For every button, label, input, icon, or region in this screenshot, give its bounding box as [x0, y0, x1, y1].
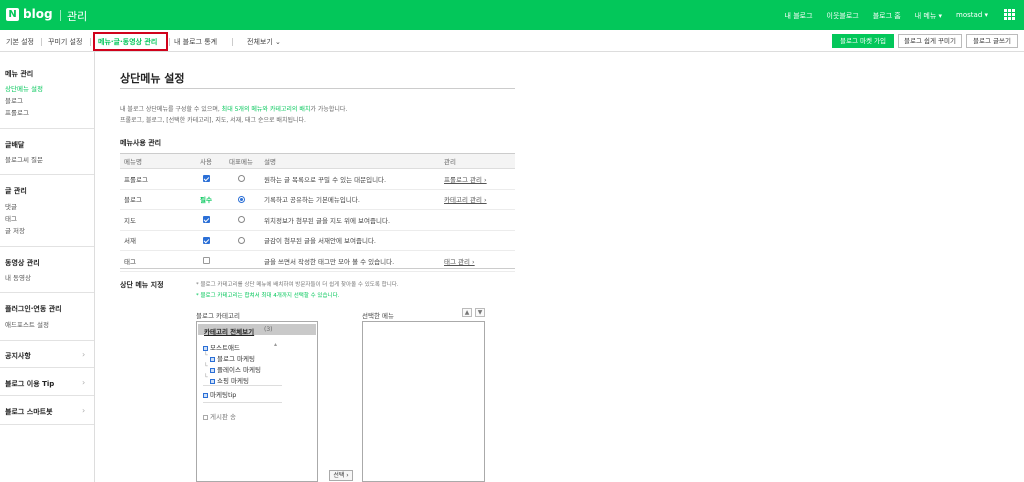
- active-tab-highlight: [93, 32, 168, 51]
- admin-sidebar: 메뉴 관리 상단메뉴 설정 블로그 프롤로그 글배달 블로그씨 질문 글 관리 …: [0, 52, 95, 482]
- tree-item-place-marketing[interactable]: 플레이스 마케팅: [210, 364, 261, 374]
- app-grid-icon[interactable]: [1003, 8, 1016, 21]
- sidebar-item-blogc-question[interactable]: 블로그씨 질문: [5, 154, 43, 164]
- tab-basic-settings[interactable]: 기본 설정: [6, 37, 34, 47]
- main-menu-map-radio[interactable]: [237, 216, 245, 224]
- col-main-menu: 대표메뉴: [222, 153, 260, 169]
- col-manage: 관리: [440, 153, 515, 169]
- category-check-icon: [210, 356, 215, 362]
- required-badge: 필수: [200, 196, 212, 205]
- easy-decorate-button[interactable]: 블로그 쉽게 꾸미기: [898, 34, 962, 48]
- top-nav-links: 내 블로그 이웃블로그 블로그 홈 내 메뉴 ▾ mostad ▾: [785, 11, 988, 21]
- page-description-2: 프롤로그, 블로그, [선택한 카테고리], 지도, 서재, 태그 순으로 배치…: [120, 117, 306, 124]
- use-library-checkbox[interactable]: [202, 236, 210, 244]
- prologue-manage-link[interactable]: 프롤로그 관리 ›: [444, 176, 487, 184]
- category-manage-link[interactable]: 카테고리 관리 ›: [444, 196, 487, 204]
- sidebar-item-top-menu[interactable]: 상단메뉴 설정: [5, 83, 43, 93]
- blog-market-join-button[interactable]: 블로그 마켓 가입: [832, 34, 894, 48]
- category-check-icon: [210, 367, 215, 373]
- menu-usage-title: 메뉴사용 관리: [120, 139, 162, 147]
- table-row: 블로그 필수 기록하고 공유하는 기본메뉴입니다. 카테고리 관리 ›: [120, 189, 515, 210]
- sidebar-item-prologue[interactable]: 프롤로그: [5, 107, 29, 117]
- sidebar-delivery-heading: 글배달: [5, 141, 25, 149]
- menu-usage-table: 메뉴명 사용 대표메뉴 설명 관리 프롤로그 원하는 글 목록으로 꾸밀 수 있…: [120, 153, 515, 272]
- blog-home-link[interactable]: 블로그 홈: [873, 11, 901, 21]
- category-check-icon: [203, 392, 208, 398]
- category-check-icon: [203, 345, 208, 351]
- col-description: 설명: [260, 153, 440, 169]
- category-check-icon: [203, 414, 208, 420]
- naver-logo-icon[interactable]: N: [6, 8, 19, 21]
- sidebar-item-tags[interactable]: 태그: [5, 213, 17, 223]
- col-menu-name: 메뉴명: [120, 153, 190, 169]
- chevron-right-icon: ›: [82, 378, 86, 387]
- chevron-right-icon: ›: [82, 350, 86, 359]
- main-content: 상단메뉴 설정 내 블로그 상단메뉴를 구성할 수 있으며, 최대 5개의 메뉴…: [96, 52, 1024, 482]
- use-tag-checkbox[interactable]: [202, 257, 210, 265]
- main-menu-prologue-radio[interactable]: [237, 175, 245, 183]
- chevron-right-icon: ›: [82, 406, 86, 415]
- move-up-button[interactable]: ▲: [462, 308, 472, 317]
- chevron-down-icon: ⌄: [275, 38, 281, 46]
- use-prologue-checkbox[interactable]: [202, 175, 210, 183]
- admin-section-title[interactable]: 관리: [67, 8, 87, 24]
- my-menu-dropdown[interactable]: 내 메뉴 ▾: [915, 11, 942, 21]
- sidebar-notice[interactable]: 공지사항: [5, 351, 31, 361]
- table-row: 서재 글감이 첨부된 글을 서재안에 보여줍니다.: [120, 230, 515, 251]
- logo-divider: [60, 10, 61, 21]
- write-post-button[interactable]: 블로그 글쓰기: [966, 34, 1018, 48]
- tree-item-shopping-marketing[interactable]: 쇼핑 마케팅: [210, 375, 249, 385]
- top-menu-note-1: * 블로그 카테고리를 상단 메뉴에 배치하여 방문자들이 더 쉽게 찾아올 수…: [196, 282, 399, 288]
- sidebar-item-blog[interactable]: 블로그: [5, 95, 23, 105]
- tree-item-blog-marketing[interactable]: 블로그 마케팅: [210, 353, 255, 363]
- main-menu-library-radio[interactable]: [237, 236, 245, 244]
- my-blog-link[interactable]: 내 블로그: [785, 11, 813, 21]
- tree-item-board[interactable]: 게시판 송: [203, 411, 236, 421]
- tab-decoration-settings[interactable]: 꾸미기 설정: [48, 37, 82, 47]
- sidebar-menu-heading: 메뉴 관리: [5, 70, 34, 78]
- table-row: 프롤로그 원하는 글 목록으로 꾸밀 수 있는 대문입니다. 프롤로그 관리 ›: [120, 168, 515, 190]
- tag-manage-link[interactable]: 태그 관리 ›: [444, 258, 475, 266]
- top-menu-note-2: * 블로그 카테고리는 합쳐서 최대 4개까지 선택할 수 있습니다.: [196, 293, 340, 299]
- table-row: 지도 위치정보가 첨부된 글을 지도 위에 보여줍니다.: [120, 209, 515, 231]
- tab-blog-stats[interactable]: 내 블로그 통계: [174, 37, 217, 47]
- top-menu-assign-title: 상단 메뉴 지정: [120, 281, 164, 289]
- col-use: 사용: [190, 153, 222, 169]
- sidebar-item-my-videos[interactable]: 내 동영상: [5, 272, 31, 282]
- select-category-button[interactable]: 선택 ›: [329, 470, 353, 481]
- collapse-arrow-icon[interactable]: ▴: [274, 341, 277, 348]
- sidebar-item-saved-posts[interactable]: 글 저장: [5, 225, 25, 235]
- sidebar-item-adpost[interactable]: 애드포스트 설정: [5, 319, 49, 329]
- user-account-dropdown[interactable]: mostad ▾: [956, 11, 988, 21]
- main-menu-blog-radio[interactable]: [237, 195, 245, 203]
- blog-category-label: 블로그 카테고리: [196, 312, 240, 320]
- sidebar-plugin-heading: 플러그인·연동 관리: [5, 305, 62, 313]
- selected-menu-label: 선택한 메뉴: [362, 312, 394, 320]
- blog-logo-text[interactable]: blog: [23, 7, 53, 21]
- sidebar-video-heading: 동영상 관리: [5, 259, 40, 267]
- page-description-1: 내 블로그 상단메뉴를 구성할 수 있으며, 최대 5개의 메뉴와 카테고리의 …: [120, 106, 348, 113]
- category-count: (3): [264, 326, 273, 333]
- use-map-checkbox[interactable]: [202, 216, 210, 224]
- category-check-icon: [210, 378, 215, 384]
- sidebar-post-heading: 글 관리: [5, 187, 27, 195]
- sidebar-smartbot[interactable]: 블로그 스마트봇: [5, 407, 53, 417]
- move-down-button[interactable]: ▼: [475, 308, 485, 317]
- tree-item-marketing-tip[interactable]: 마케팅tip: [203, 389, 236, 399]
- selected-menu-list-box[interactable]: [362, 321, 485, 482]
- top-bar: N blog 관리 내 블로그 이웃블로그 블로그 홈 내 메뉴 ▾ mosta…: [0, 0, 1024, 30]
- page-title: 상단메뉴 설정: [120, 72, 185, 85]
- tab-view-all[interactable]: 전체보기 ⌄: [247, 37, 281, 47]
- sidebar-item-comments[interactable]: 댓글: [5, 201, 17, 211]
- tree-item-mostad[interactable]: 모스트애드: [203, 342, 240, 352]
- neighbor-blog-link[interactable]: 이웃블로그: [827, 11, 859, 21]
- category-view-all[interactable]: 카테고리 전체보기: [204, 326, 254, 336]
- sidebar-tips[interactable]: 블로그 이용 Tip: [5, 379, 54, 389]
